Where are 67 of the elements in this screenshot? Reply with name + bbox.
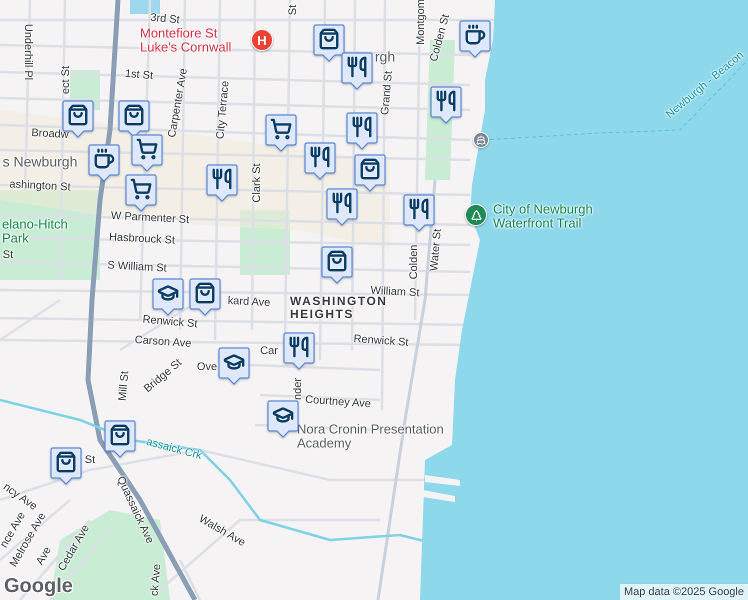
fork-knife-icon: [309, 146, 331, 168]
street-label: 1st St: [124, 68, 154, 82]
neighborhood-label: WASHINGTON HEIGHTS: [290, 294, 388, 322]
street-label: Underhill Pl: [22, 24, 34, 80]
street-label: ect St: [60, 66, 72, 94]
shopping-cart-icon: [130, 178, 152, 200]
street-label: Courtney Ave: [304, 394, 372, 410]
shopping-bag-icon: [67, 104, 89, 126]
area-label: s Newburgh: [2, 154, 78, 170]
street-label: Car: [260, 344, 278, 358]
street-label: Mill St: [116, 370, 132, 402]
ship-icon: [476, 135, 486, 145]
shopping-bag-icon: [109, 424, 131, 446]
street-label: Broadw: [31, 126, 69, 142]
street-label: St: [84, 454, 96, 466]
fork-knife-icon: [351, 116, 373, 138]
street-label: Colden: [408, 244, 420, 280]
park-label: elano-Hitch Park: [2, 218, 69, 246]
area-label: rgh: [374, 49, 396, 65]
street-label: St: [2, 248, 14, 262]
shopping-cart-icon: [136, 138, 158, 160]
street-label: ck Ave: [148, 563, 164, 597]
hospital-label: Montefiore St Luke's Cornwall: [140, 26, 232, 56]
grocery-pin[interactable]: [125, 174, 157, 212]
water-label: assaick Crk: [144, 436, 204, 462]
shopping-bag-icon: [123, 104, 145, 126]
shopping-bag-icon: [194, 282, 216, 304]
street-label: Water St: [428, 228, 444, 272]
fork-knife-icon: [211, 168, 233, 190]
fork-knife-icon: [408, 198, 430, 220]
shopping-cart-icon: [270, 118, 292, 140]
street-label: City Terrace: [214, 80, 232, 140]
street-label: Grand St: [379, 70, 395, 116]
street-label: Renwick St: [142, 314, 198, 330]
fork-knife-icon: [346, 56, 368, 78]
fork-knife-icon: [435, 90, 457, 112]
street-label: ashington St: [9, 178, 71, 194]
street-label: Hasbrouck St: [108, 231, 176, 247]
poi-label: Nora Cronin Presentation Academy: [297, 422, 445, 452]
shopping-bag-icon: [326, 250, 348, 272]
street-label: Colden St: [428, 13, 452, 63]
tree-icon: [470, 208, 482, 222]
shopping-bag-icon: [359, 158, 381, 180]
street-label: Ove: [196, 360, 218, 374]
street-label: Montgom: [414, 0, 428, 45]
shopping-bag-icon: [55, 451, 77, 473]
coffee-cup-icon: [464, 24, 486, 46]
school-pin[interactable]: [267, 400, 299, 438]
street-label: St: [286, 4, 300, 16]
street-label: Carpenter Ave: [166, 67, 190, 139]
street-label: ncy Ave: [0, 481, 40, 513]
street-label: Ave: [34, 544, 54, 568]
map-logo: Google: [4, 575, 73, 598]
street-label: Renwick St: [353, 333, 409, 349]
street-label: kard Ave: [227, 294, 271, 310]
trail-label: City of Newburgh Waterfront Trail: [493, 202, 594, 232]
fork-knife-icon: [331, 192, 353, 214]
street-label: 3rd St: [150, 12, 180, 26]
street-label: Carson Ave: [134, 334, 192, 350]
street-label: nder: [292, 378, 304, 400]
fork-knife-icon: [288, 336, 310, 358]
street-label: S William St: [107, 259, 167, 275]
street-label: W Parmenter St: [110, 210, 190, 226]
street-label: Clark St: [250, 163, 264, 203]
map-attribution: Map data ©2025 Google: [620, 584, 748, 600]
coffee-cup-icon: [93, 148, 115, 170]
shopping-bag-icon: [318, 28, 340, 50]
